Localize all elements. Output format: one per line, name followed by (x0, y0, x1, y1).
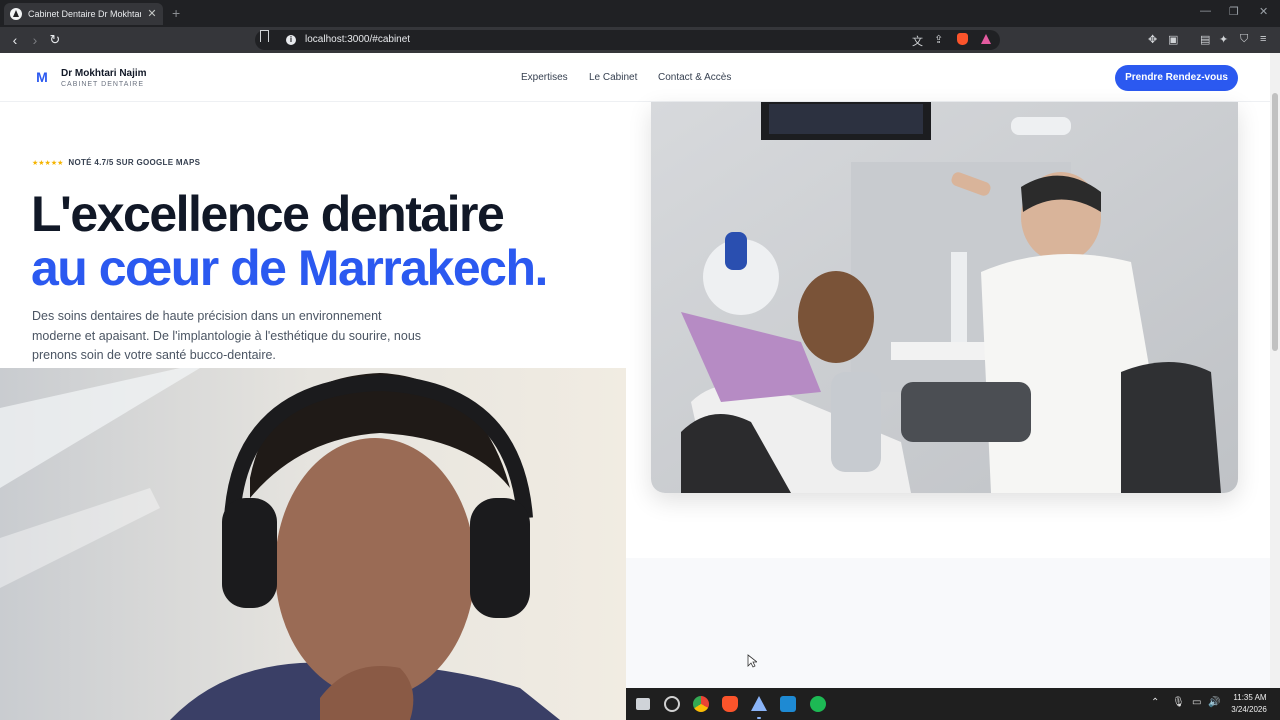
brave-rewards-icon[interactable] (981, 34, 991, 44)
taskbar-clock-date[interactable]: 3/24/2026 (1228, 705, 1270, 714)
volume-icon[interactable]: 🔊 (1208, 697, 1220, 708)
microphone-icon[interactable]: 🎙 (1172, 697, 1185, 708)
share-icon[interactable]: ⇪ (934, 33, 943, 46)
tray-overflow-chevron-icon[interactable]: ⌃ (1151, 697, 1159, 708)
menu-icon[interactable]: ≡ (1260, 33, 1266, 45)
forward-icon[interactable]: › (26, 31, 44, 49)
display-icon[interactable]: ▭ (1192, 697, 1201, 708)
nav-link-le-cabinet[interactable]: Le Cabinet (589, 72, 637, 83)
brand-subtitle: CABINET DENTAIRE (61, 81, 145, 88)
webcam-overlay-video (0, 368, 626, 720)
brave-browser-icon[interactable] (722, 696, 738, 712)
tab-close-icon[interactable]: ✕ (147, 8, 157, 20)
translate-icon[interactable]: 文 (912, 33, 923, 49)
file-explorer-icon[interactable] (636, 698, 650, 710)
tab-title: Cabinet Dentaire Dr Mokhtari N (28, 9, 141, 19)
site-header: M Dr Mokhtari Najim CABINET DENTAIRE Exp… (0, 53, 1270, 102)
hero-dental-clinic-photo (651, 102, 1238, 493)
screen-recorder-icon[interactable] (664, 696, 680, 712)
mouse-cursor-icon (747, 654, 757, 668)
hero-description: Des soins dentaires de haute précision d… (32, 309, 422, 363)
sidebar-icon[interactable]: ▣ (1168, 33, 1178, 46)
active-app-indicator (757, 717, 761, 719)
brave-shields-icon[interactable] (957, 33, 968, 45)
taskbar-clock-time[interactable]: 11:35 AM (1232, 693, 1268, 702)
spotify-icon[interactable] (810, 696, 826, 712)
minimize-icon[interactable]: — (1200, 5, 1211, 17)
vscode-icon[interactable] (780, 696, 796, 712)
hero-title-line2: au cœur de Marrakech. (31, 240, 548, 296)
rating-text: NOTÉ 4.7/5 SUR GOOGLE MAPS (68, 158, 201, 167)
address-bar-url[interactable]: localhost:3000/#cabinet (305, 34, 410, 45)
browser-tab-strip: Cabinet Dentaire Dr Mokhtari N ✕ + — ❐ ✕ (0, 0, 1280, 27)
new-tab-button[interactable]: + (172, 5, 180, 21)
book-appointment-button[interactable]: Prendre Rendez-vous (1115, 65, 1238, 91)
nav-link-expertises[interactable]: Expertises (521, 72, 568, 83)
maximize-icon[interactable]: ❐ (1229, 5, 1239, 18)
site-favicon-icon (10, 8, 22, 20)
logo-mark[interactable]: M (32, 66, 52, 88)
site-info-icon[interactable]: i (286, 35, 296, 45)
scrollbar-thumb[interactable] (1272, 93, 1278, 351)
extensions-icon[interactable]: ✥ (1148, 33, 1157, 46)
browser-toolbar: ‹ › ↻ (0, 27, 1280, 53)
star-rating-icon: ★★★★★ (32, 159, 64, 167)
vpn-shield-icon[interactable]: ⛉ (1240, 33, 1248, 46)
bookmark-icon[interactable] (260, 30, 269, 42)
brand-name[interactable]: Dr Mokhtari Najim (61, 68, 147, 79)
antigravity-icon[interactable] (751, 696, 767, 711)
page-scrollbar[interactable] (1270, 53, 1280, 720)
back-icon[interactable]: ‹ (6, 31, 24, 49)
window-close-icon[interactable]: ✕ (1259, 5, 1268, 18)
chrome-icon[interactable] (693, 696, 709, 712)
rating-badge: ★★★★★ NOTÉ 4.7/5 SUR GOOGLE MAPS (32, 158, 200, 167)
wallet-icon[interactable]: ▤ (1200, 33, 1210, 46)
nav-link-contact[interactable]: Contact & Accès (658, 72, 731, 83)
reload-icon[interactable]: ↻ (46, 31, 64, 49)
leo-ai-icon[interactable]: ✦ (1219, 33, 1228, 46)
browser-tab-active[interactable]: Cabinet Dentaire Dr Mokhtari N ✕ (4, 3, 163, 25)
hero-title-line1: L'excellence dentaire (31, 186, 505, 242)
